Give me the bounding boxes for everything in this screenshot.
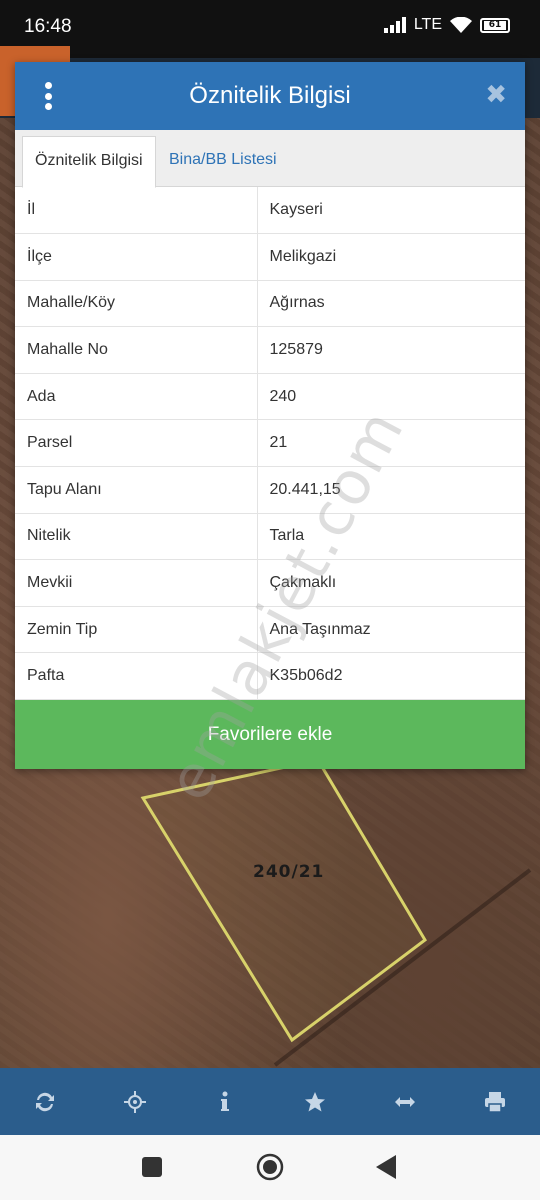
system-nav-bar	[0, 1135, 540, 1200]
locate-icon[interactable]	[115, 1082, 155, 1122]
attribute-key: Ada	[15, 373, 258, 421]
table-row: Parsel 21	[15, 419, 525, 468]
attribute-key: Nitelik	[15, 513, 258, 561]
tab-bar: Öznitelik Bilgisi Bina/BB Listesi	[15, 130, 525, 188]
attribute-value: K35b06d2	[257, 652, 525, 701]
table-row: Mahalle No 125879	[15, 326, 525, 374]
dialog-title: Öznitelik Bilgisi	[189, 82, 351, 109]
table-row: Mahalle/Köy Ağırnas	[15, 280, 525, 328]
attribute-value: Melikgazi	[257, 233, 525, 281]
table-row: Ada 240	[15, 373, 525, 421]
attribute-value: 21	[257, 419, 525, 468]
table-row: İlçe Melikgazi	[15, 233, 525, 281]
attribute-key: Mevkii	[15, 559, 258, 607]
back-icon[interactable]	[376, 1155, 398, 1183]
attribute-key: Pafta	[15, 652, 258, 701]
print-icon[interactable]	[475, 1082, 515, 1122]
tab-attribute-info[interactable]: Öznitelik Bilgisi	[22, 136, 156, 188]
attribute-key: Mahalle No	[15, 326, 258, 374]
attribute-value: Çakmaklı	[257, 559, 525, 607]
attribute-key: Zemin Tip	[15, 606, 258, 654]
attribute-dialog: Öznitelik Bilgisi ✖ Öznitelik Bilgisi Bi…	[15, 62, 525, 770]
attribute-table: İl Kayseri İlçe Melikgazi Mahalle/Köy Ağırn…	[15, 187, 525, 701]
attribute-value: 240	[257, 373, 525, 421]
attribute-value: Ana Taşınmaz	[257, 606, 525, 654]
attribute-value: Tarla	[257, 513, 525, 561]
close-icon[interactable]: ✖	[485, 80, 507, 110]
table-row: Tapu Alanı 20.441,15	[15, 466, 525, 514]
parcel-label: 240/21	[253, 862, 325, 882]
info-icon[interactable]	[205, 1082, 245, 1122]
attribute-key: Tapu Alanı	[15, 466, 258, 514]
measure-icon[interactable]	[385, 1082, 425, 1122]
home-icon[interactable]	[256, 1153, 284, 1185]
star-icon[interactable]	[295, 1082, 335, 1122]
attribute-key: İl	[15, 187, 258, 235]
attribute-key: Mahalle/Köy	[15, 280, 258, 328]
table-row: İl Kayseri	[15, 187, 525, 235]
recents-icon[interactable]	[142, 1157, 162, 1181]
attribute-value: 125879	[257, 326, 525, 374]
attribute-value: Ağırnas	[257, 280, 525, 328]
attribute-key: Parsel	[15, 419, 258, 468]
table-row: Pafta K35b06d2	[15, 652, 525, 701]
attribute-value: 20.441,15	[257, 466, 525, 514]
table-row: Mevkii Çakmaklı	[15, 559, 525, 607]
add-to-favorites-button[interactable]: Favorilere ekle	[15, 700, 525, 770]
table-row: Nitelik Tarla	[15, 513, 525, 561]
table-row: Zemin Tip Ana Taşınmaz	[15, 606, 525, 654]
tab-building-list[interactable]: Bina/BB Listesi	[157, 136, 289, 188]
dialog-header: Öznitelik Bilgisi ✖	[15, 62, 525, 130]
attribute-key: İlçe	[15, 233, 258, 281]
refresh-icon[interactable]	[25, 1082, 65, 1122]
map-toolbar	[0, 1068, 540, 1135]
attribute-value: Kayseri	[257, 187, 525, 235]
